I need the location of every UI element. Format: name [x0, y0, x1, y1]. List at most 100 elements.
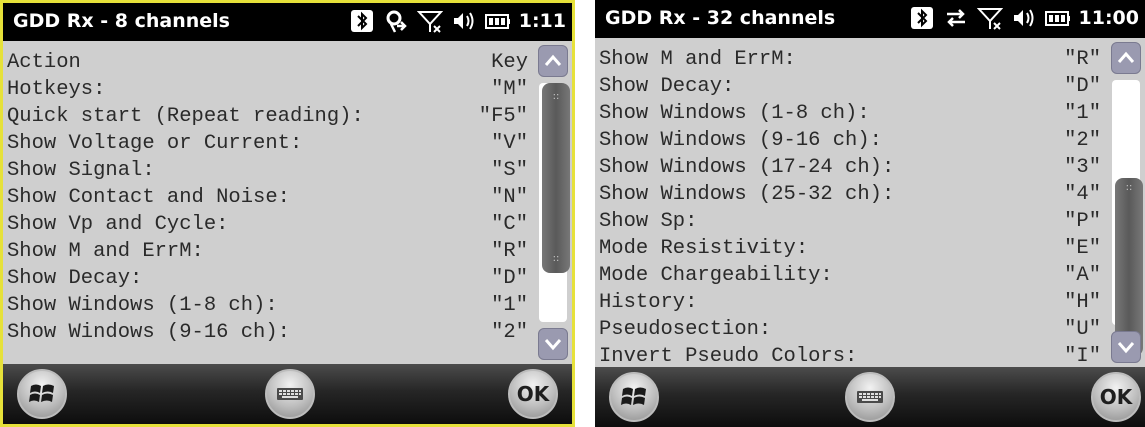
status-icons: 1:11 [349, 8, 566, 34]
scroll-down-button[interactable] [538, 328, 568, 360]
column-header-key: Key [491, 51, 528, 74]
key-label: "2" [1064, 129, 1101, 152]
action-label: Show Sp: [599, 210, 698, 233]
scroll-thumb[interactable]: :: :: [1115, 178, 1143, 356]
key-label: "P" [1064, 210, 1101, 233]
list-item: Show Decay: "D" [7, 265, 532, 292]
list-item: Show Windows (17-24 ch): "3" [599, 154, 1105, 181]
windows-start-icon [29, 384, 54, 402]
list-item: Show Windows (1-8 ch): "1" [7, 292, 532, 319]
keyboard-button[interactable] [265, 369, 315, 419]
data-transfer-icon[interactable] [943, 5, 969, 31]
volume-icon[interactable] [1011, 5, 1037, 31]
list-item: Show Windows (9-16 ch): "2" [7, 319, 532, 346]
scroll-track[interactable]: :: :: [539, 83, 570, 322]
ok-button[interactable]: OK [1091, 372, 1141, 422]
key-label: "3" [1064, 156, 1101, 179]
window-title: GDD Rx - 32 channels [605, 7, 836, 29]
key-label: "R" [1064, 48, 1101, 71]
key-label: "1" [491, 294, 528, 317]
scroll-thumb[interactable]: :: :: [542, 83, 570, 273]
key-label: "D" [491, 267, 528, 290]
grip-icon: :: [552, 253, 560, 264]
list-item: Quick start (Repeat reading): "F5" [7, 103, 532, 130]
key-label: "A" [1064, 264, 1101, 287]
hotkeys-list: Action Key Hotkeys: "M" Quick start (Repe… [7, 49, 532, 346]
action-label: Show M and ErrM: [599, 48, 796, 71]
key-label: "U" [1064, 318, 1101, 341]
list-item: Invert Pseudo Colors: "I" [599, 343, 1105, 370]
no-signal-icon[interactable] [976, 5, 1003, 31]
device-8-channels: GDD Rx - 8 channels 1:11 Action Key Hotk… [0, 0, 575, 427]
vertical-scrollbar[interactable]: :: :: [536, 45, 570, 360]
vertical-scrollbar[interactable]: :: :: [1109, 42, 1143, 363]
action-label: Show Contact and Noise: [7, 186, 290, 209]
hotkeys-list: Show M and ErrM: "R" Show Decay: "D" Show … [599, 46, 1105, 370]
key-label: "1" [1064, 102, 1101, 125]
action-label: Show Decay: [7, 267, 143, 290]
action-label: Show Windows (25-32 ch): [599, 183, 895, 206]
ok-button[interactable]: OK [508, 369, 558, 419]
list-item: Show Vp and Cycle: "C" [7, 211, 532, 238]
action-label: Mode Resistivity: [599, 237, 809, 260]
hotkeys-list-panel: Show M and ErrM: "R" Show Decay: "D" Show … [595, 38, 1145, 370]
clock[interactable]: 1:11 [519, 10, 566, 32]
start-button[interactable] [609, 372, 659, 422]
key-label: "I" [1064, 345, 1101, 368]
list-item: Show Windows (1-8 ch): "1" [599, 100, 1105, 127]
list-item: Show M and ErrM: "R" [7, 238, 532, 265]
bluetooth-icon[interactable] [349, 8, 375, 34]
list-item: Show Windows (9-16 ch): "2" [599, 127, 1105, 154]
ok-label: OK [1099, 385, 1133, 409]
scroll-up-button[interactable] [538, 45, 568, 77]
list-item: Show Decay: "D" [599, 73, 1105, 100]
key-label: "F5" [478, 105, 528, 128]
battery-icon[interactable] [484, 8, 511, 34]
start-button[interactable] [17, 369, 67, 419]
key-label: "4" [1064, 183, 1101, 206]
key-label: "H" [1064, 291, 1101, 314]
list-item: Mode Chargeability: "A" [599, 262, 1105, 289]
list-item: Show Sp: "P" [599, 208, 1105, 235]
list-header: Action Key [7, 49, 532, 76]
chevron-up-icon [1117, 51, 1135, 63]
windows-start-icon [621, 387, 646, 405]
keyboard-button[interactable] [845, 372, 895, 422]
battery-icon[interactable] [1044, 5, 1071, 31]
chevron-down-icon [1117, 342, 1135, 354]
keyboard-icon [277, 388, 303, 400]
scroll-track[interactable]: :: :: [1112, 80, 1143, 356]
list-item: Hotkeys: "M" [7, 76, 532, 103]
key-label: "E" [1064, 237, 1101, 260]
key-label: "M" [491, 78, 528, 101]
scroll-up-button[interactable] [1111, 42, 1141, 74]
key-label: "V" [491, 132, 528, 155]
key-label: "C" [491, 213, 528, 236]
action-label: Show Signal: [7, 159, 155, 182]
action-label: Pseudosection: [599, 318, 772, 341]
key-label: "R" [491, 240, 528, 263]
list-item: Show Signal: "S" [7, 157, 532, 184]
list-item: History: "H" [599, 289, 1105, 316]
key-label: "S" [491, 159, 528, 182]
sync-icon[interactable] [383, 8, 409, 34]
action-label: Mode Chargeability: [599, 264, 833, 287]
action-label: Show Windows (9-16 ch): [7, 321, 290, 344]
scroll-down-button[interactable] [1111, 331, 1141, 363]
action-label: Show M and ErrM: [7, 240, 204, 263]
action-label: Show Windows (9-16 ch): [599, 129, 882, 152]
no-signal-icon[interactable] [416, 8, 443, 34]
list-item: Show M and ErrM: "R" [599, 46, 1105, 73]
list-item: Show Voltage or Current: "V" [7, 130, 532, 157]
chevron-up-icon [544, 54, 562, 66]
list-item: Show Contact and Noise: "N" [7, 184, 532, 211]
key-label: "D" [1064, 75, 1101, 98]
volume-icon[interactable] [451, 8, 477, 34]
chevron-down-icon [544, 339, 562, 351]
list-item: Pseudosection: "U" [599, 316, 1105, 343]
list-item: Mode Resistivity: "E" [599, 235, 1105, 262]
action-label: Show Voltage or Current: [7, 132, 303, 155]
clock[interactable]: 11:00 [1079, 7, 1139, 29]
bluetooth-icon[interactable] [909, 5, 935, 31]
column-header-action: Action [7, 51, 81, 74]
